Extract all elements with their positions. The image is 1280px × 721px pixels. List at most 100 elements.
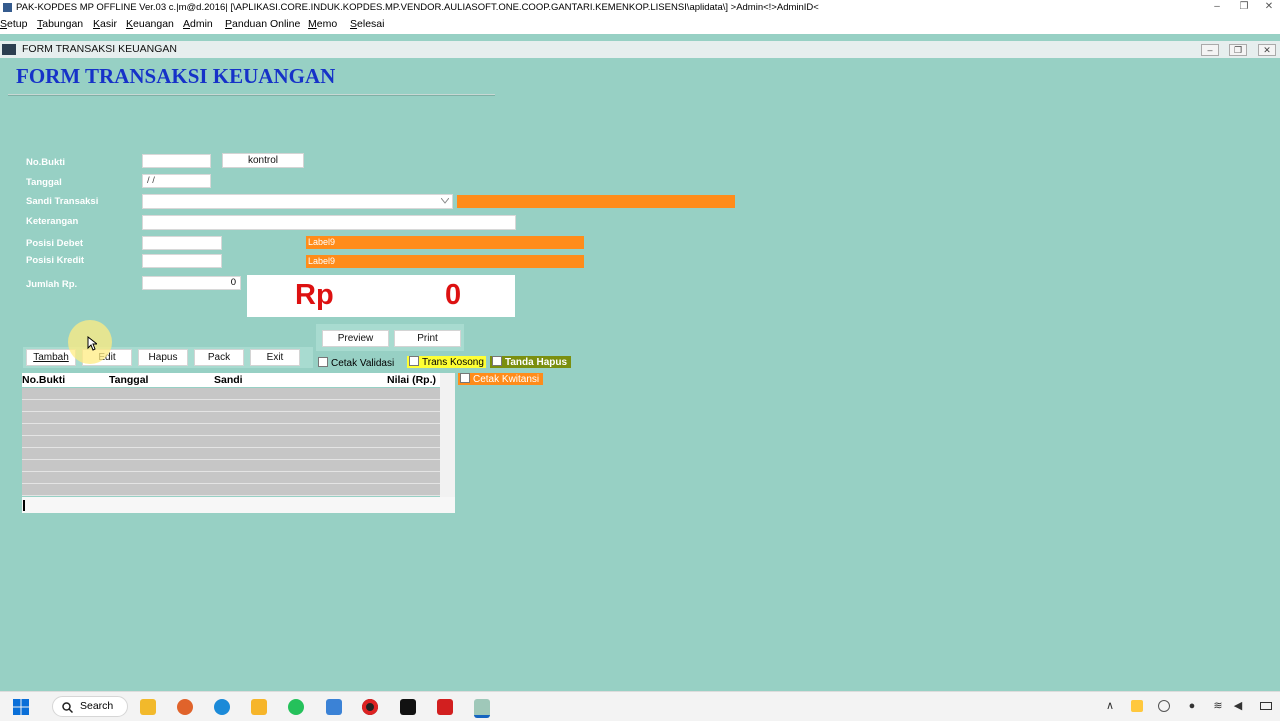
form-heading: FORM TRANSAKSI KEUANGAN — [16, 64, 336, 88]
child-minimize-button[interactable]: – — [1201, 44, 1219, 56]
exit-button[interactable]: Exit — [250, 349, 300, 366]
menu-keuangan[interactable]: Keuangan — [126, 16, 174, 33]
menu-tabungan[interactable]: Tabungan — [37, 16, 83, 33]
checkbox-box — [409, 356, 419, 366]
trans-kosong-label: Trans Kosong — [422, 357, 484, 368]
edge-icon[interactable] — [214, 699, 230, 715]
amount-value: 0 — [445, 279, 462, 311]
windows-start-icon[interactable] — [13, 699, 29, 715]
pack-button[interactable]: Pack — [194, 349, 244, 366]
menu-selesai[interactable]: Selesai — [350, 16, 384, 33]
sandi-description-bar — [457, 195, 735, 208]
menu-admin[interactable]: Admin — [183, 16, 213, 33]
tanda-hapus-label: Tanda Hapus — [505, 357, 568, 368]
posisi-kredit-input[interactable] — [142, 254, 222, 268]
mouse-pointer-icon — [87, 336, 97, 351]
jumlah-input[interactable]: 0 — [142, 276, 241, 290]
taskbar: Search ∧ ● ≋ ◀ — [0, 691, 1280, 721]
taskbar-search-box[interactable]: Search — [52, 696, 128, 717]
app-title-bar: PAK-KOPDES MP OFFLINE Ver.03 c.|m@d.2016… — [0, 0, 1280, 16]
table-row[interactable] — [22, 472, 440, 484]
amount-display: Rp 0 — [247, 275, 515, 317]
heading-divider — [8, 94, 495, 96]
posisi-debet-input[interactable] — [142, 236, 222, 250]
child-restore-button[interactable]: ❐ — [1229, 44, 1247, 56]
cetak-validasi-label: Cetak Validasi — [331, 358, 395, 369]
column-nilai[interactable]: Nilai (Rp.) — [387, 373, 436, 387]
tanggal-input[interactable]: / / — [142, 174, 211, 188]
label-no-bukti: No.Bukti — [26, 157, 66, 168]
trans-kosong-checkbox[interactable]: Trans Kosong — [407, 356, 486, 368]
label-jumlah: Jumlah Rp. — [26, 279, 78, 290]
cetak-kwitansi-checkbox[interactable]: Cetak Kwitansi — [458, 373, 544, 385]
label-keterangan: Keterangan — [26, 216, 79, 227]
tray-chevron-icon[interactable]: ∧ — [1103, 699, 1117, 713]
checkbox-box — [460, 373, 470, 383]
grid-horizontal-scrollbar[interactable] — [22, 497, 455, 513]
table-row[interactable] — [22, 400, 440, 412]
label-posisi-debet: Posisi Debet — [26, 238, 84, 249]
battery-icon[interactable] — [1260, 702, 1272, 710]
menu-panduan-online[interactable]: Panduan Online — [225, 16, 300, 33]
app-icon[interactable] — [251, 699, 267, 715]
table-row[interactable] — [22, 412, 440, 424]
table-row[interactable] — [22, 436, 440, 448]
checkbox-box — [492, 356, 502, 366]
child-close-button[interactable]: ✕ — [1258, 44, 1276, 56]
app-icon — [3, 3, 12, 12]
menu-memo[interactable]: Memo — [308, 16, 337, 33]
restore-button[interactable]: ❐ — [1237, 2, 1251, 12]
form-window-icon — [2, 44, 16, 55]
print-button[interactable]: Print — [394, 330, 461, 347]
label-tanggal: Tanggal — [26, 177, 62, 188]
hapus-button[interactable]: Hapus — [138, 349, 188, 366]
keterangan-input[interactable] — [142, 215, 516, 230]
tambah-button[interactable]: Tambah — [26, 349, 76, 366]
file-explorer-icon[interactable] — [140, 699, 156, 715]
child-window-title: FORM TRANSAKSI KEUANGAN — [22, 43, 177, 55]
grid-vertical-scrollbar[interactable] — [440, 373, 455, 513]
menu-setup[interactable]: Setup — [0, 16, 27, 33]
wifi-icon[interactable]: ≋ — [1211, 699, 1225, 713]
table-row[interactable] — [22, 424, 440, 436]
drive-icon[interactable] — [1131, 700, 1143, 712]
column-sandi[interactable]: Sandi — [214, 373, 243, 387]
minimize-button[interactable]: – — [1210, 2, 1224, 12]
capcut-icon[interactable] — [400, 699, 416, 715]
preview-button[interactable]: Preview — [322, 330, 389, 347]
record-icon[interactable] — [362, 699, 378, 715]
active-app-icon[interactable] — [474, 699, 490, 718]
child-window-title-bar: FORM TRANSAKSI KEUANGAN – ❐ ✕ — [0, 41, 1280, 58]
pdf-icon[interactable] — [437, 699, 453, 715]
table-row[interactable] — [22, 448, 440, 460]
cetak-kwitansi-label: Cetak Kwitansi — [473, 374, 540, 385]
search-label: Search — [80, 700, 114, 712]
text-caret — [23, 500, 25, 511]
close-button[interactable]: ✕ — [1262, 2, 1276, 12]
mic-icon[interactable]: ● — [1185, 699, 1199, 713]
checkbox-box — [318, 357, 328, 367]
no-bukti-input[interactable] — [142, 154, 211, 168]
volume-icon[interactable]: ◀ — [1231, 699, 1245, 713]
sandi-transaksi-select[interactable] — [142, 194, 453, 209]
label-sandi-transaksi: Sandi Transaksi — [26, 196, 99, 207]
notepad-icon[interactable] — [326, 699, 342, 715]
table-row[interactable] — [22, 484, 440, 496]
table-row[interactable] — [22, 460, 440, 472]
browser-icon[interactable] — [177, 699, 193, 715]
label-posisi-kredit: Posisi Kredit — [26, 255, 85, 266]
table-row[interactable] — [22, 388, 440, 400]
network-icon[interactable] — [1158, 700, 1170, 712]
cetak-validasi-checkbox[interactable]: Cetak Validasi — [316, 357, 394, 369]
kontrol-button[interactable]: kontrol — [222, 153, 304, 168]
menu-kasir[interactable]: Kasir — [93, 16, 117, 33]
whatsapp-icon[interactable] — [288, 699, 304, 715]
tanda-hapus-checkbox[interactable]: Tanda Hapus — [490, 356, 572, 368]
app-title: PAK-KOPDES MP OFFLINE Ver.03 c.|m@d.2016… — [16, 2, 819, 13]
chevron-down-icon[interactable] — [441, 198, 449, 204]
menu-bar: Setup Tabungan Kasir Keuangan Admin Pand… — [0, 16, 1280, 34]
search-icon — [62, 702, 73, 713]
column-tanggal[interactable]: Tanggal — [109, 373, 148, 387]
debet-label-bar: Label9 — [306, 236, 584, 249]
column-no-bukti[interactable]: No.Bukti — [22, 373, 65, 387]
